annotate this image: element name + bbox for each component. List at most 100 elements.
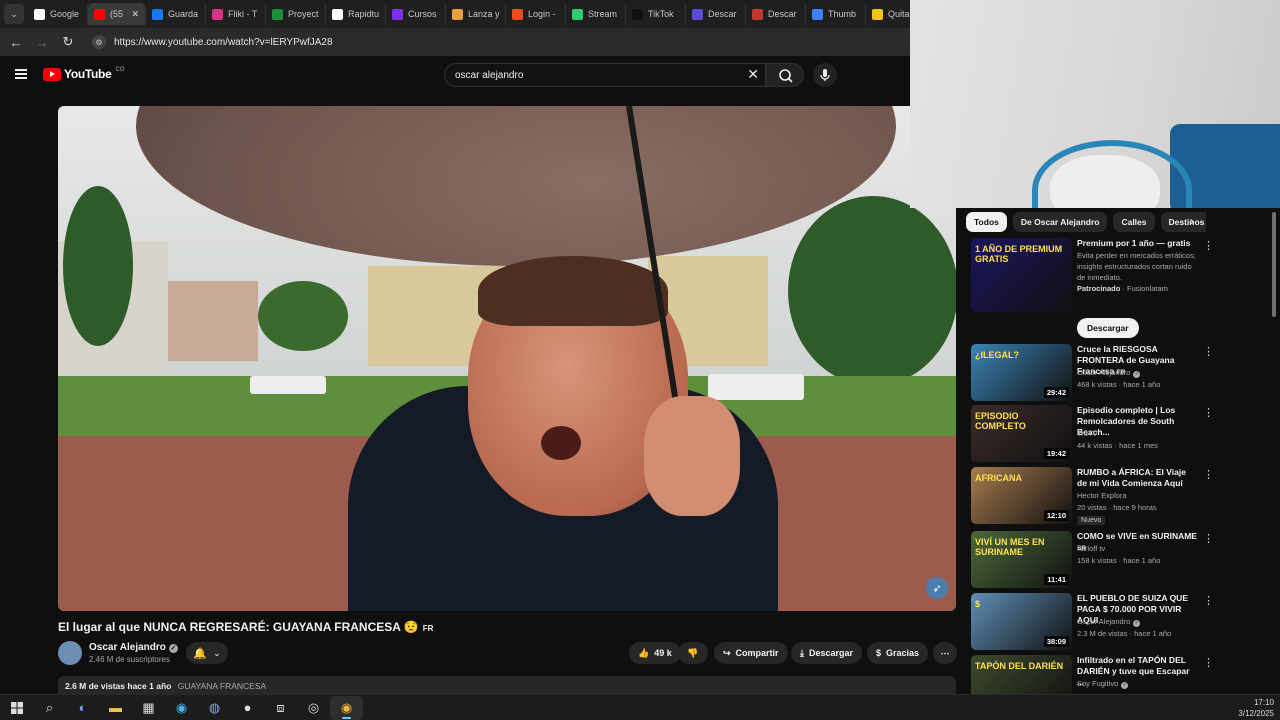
more-options-icon[interactable]: ⋮ [1203, 345, 1214, 358]
video-thumbnail[interactable]: 1 AÑO DE PREMIUM GRATIS [971, 238, 1072, 312]
taskbar-app-edge[interactable]: ◉ [165, 696, 198, 720]
browser-tab[interactable]: Fliki - T [206, 3, 266, 25]
site-info-icon[interactable]: ⚙ [92, 35, 106, 49]
address-bar[interactable]: ⚙ https://www.youtube.com/watch?v=lERYPw… [86, 31, 910, 53]
download-button[interactable]: ⤓ Descargar [791, 642, 863, 664]
dislike-button[interactable]: 👎 [678, 642, 708, 664]
close-tab-icon[interactable]: ✕ [131, 9, 139, 20]
recommended-video[interactable]: $38:09 EL PUEBLO DE SUIZA QUE PAGA $ 70.0… [971, 593, 1214, 651]
video-title[interactable]: Premium por 1 año — gratis [1077, 238, 1197, 249]
thanks-button[interactable]: $ Gracias [867, 642, 929, 664]
browser-tab[interactable]: Guarda [146, 3, 206, 25]
video-thumbnail[interactable]: EPISODIO COMPLETO 19:42 [971, 405, 1072, 462]
taskbar-app-media[interactable]: ● [231, 696, 264, 720]
browser-tab[interactable]: Lanza y [446, 3, 506, 25]
description-box[interactable]: 2.6 M de vistas hace 1 año GUAYANA FRANC… [58, 676, 956, 696]
clear-search-icon[interactable]: ✕ [747, 66, 759, 83]
browser-tab[interactable]: Rapidtu [326, 3, 386, 25]
browser-tab[interactable]: Proyect [266, 3, 326, 25]
more-options-icon[interactable]: ⋮ [1203, 468, 1214, 481]
channel-name[interactable]: karloff tv [1077, 543, 1201, 554]
browser-tab[interactable]: Descar [686, 3, 746, 25]
notification-button[interactable]: 🔔 ⌄ [186, 642, 228, 664]
recommended-video[interactable]: ¿ILEGAL? 29:42 Cruce la RIESGOSA FRONTERA … [971, 344, 1214, 402]
like-button[interactable]: 👍 49 k [629, 642, 681, 664]
recommended-video[interactable]: VIVÍ UN MES EN SURINAME 11:41 COMO se VIVE… [971, 531, 1214, 589]
recommended-video[interactable]: Africana 12:10 RUMBO a ÁFRICA: El Viaje de… [971, 467, 1214, 525]
tab-label: Proyect [288, 9, 319, 19]
description-tag[interactable]: GUAYANA FRANCESA [178, 681, 266, 691]
more-options-icon[interactable]: ⋮ [1203, 239, 1214, 252]
channel-watermark-icon[interactable]: ➶ [926, 577, 948, 599]
more-options-icon[interactable]: ⋮ [1203, 532, 1214, 545]
video-player[interactable]: ➶ [58, 106, 956, 611]
filter-chip[interactable]: Todos [966, 212, 1007, 232]
channel-name[interactable]: Oscar Alejandro ✓ [89, 642, 178, 653]
browser-tab[interactable]: Cursos [386, 3, 446, 25]
channel-name[interactable]: TruTV [1077, 428, 1201, 439]
reload-button[interactable]: ↻ [60, 34, 76, 50]
video-thumbnail[interactable]: Africana 12:10 [971, 467, 1072, 524]
browser-tab[interactable]: Descar [746, 3, 806, 25]
start-button[interactable] [0, 696, 33, 720]
search-input[interactable]: oscar alejandro ✕ [444, 63, 766, 87]
video-thumbnail[interactable]: VIVÍ UN MES EN SURINAME 11:41 [971, 531, 1072, 588]
sidebar-scrollbar[interactable] [1272, 212, 1276, 317]
video-thumbnail[interactable]: ¿ILEGAL? 29:42 [971, 344, 1072, 401]
browser-tab[interactable]: Stream [566, 3, 626, 25]
voice-search-button[interactable] [813, 63, 837, 87]
more-options-icon[interactable]: ⋮ [1203, 594, 1214, 607]
more-actions-button[interactable]: ⋯ [933, 642, 957, 664]
browser-tab[interactable]: Quitar [866, 3, 910, 25]
channel-name[interactable]: Oscar Alejandro ✓ [1077, 367, 1201, 378]
channel-name-text: TruTV [1077, 429, 1098, 438]
more-options-icon[interactable]: ⋮ [1203, 406, 1214, 419]
discord-icon: ◍ [208, 699, 221, 715]
webcam-overlay [910, 0, 1280, 208]
taskbar-app-chrome[interactable]: ◉ [330, 695, 363, 720]
taskbar-search-button[interactable]: ⌕ [33, 696, 66, 720]
video-thumbnail[interactable]: $38:09 [971, 593, 1072, 650]
taskbar-app-obs[interactable]: ◎ [297, 696, 330, 720]
channel-name[interactable]: Oscar Alejandro ✓ [1077, 616, 1201, 627]
taskbar-app-explorer[interactable]: ▬ [99, 696, 132, 720]
thumbnail-text: Africana [975, 473, 1022, 483]
taskbar-app-copilot[interactable]: ◐ [66, 696, 99, 720]
recommended-video[interactable]: EPISODIO COMPLETO 19:42 Episodio completo … [971, 405, 1214, 463]
tab-label: Descar [708, 9, 737, 19]
channel-name[interactable]: Hector Explora [1077, 490, 1201, 501]
tab-label: Thumb [828, 9, 857, 19]
taskbar-app-store[interactable]: ▦ [132, 696, 165, 720]
tab-label: TikTok [648, 9, 674, 19]
youtube-logo[interactable]: YouTube CO [43, 67, 124, 81]
taskbar-app-discord[interactable]: ◍ [198, 696, 231, 720]
country-code: CO [115, 67, 125, 73]
channel-avatar[interactable] [58, 641, 82, 665]
search-button[interactable] [766, 63, 804, 87]
browser-tab[interactable]: Google [28, 3, 88, 25]
thumbnail-text: $ [975, 599, 981, 609]
channel-name[interactable]: Soy Fugitivo ✓ [1077, 678, 1201, 689]
chevron-right-icon[interactable]: › [1190, 214, 1194, 228]
video-bench [708, 374, 804, 400]
share-button[interactable]: ↪ Compartir [714, 642, 788, 664]
filter-chip[interactable]: De Oscar Alejandro [1012, 212, 1108, 232]
youtube-play-icon [43, 67, 61, 81]
browser-tab[interactable]: Thumb [806, 3, 866, 25]
system-clock[interactable]: 17:10 3/12/2025 [1238, 695, 1274, 719]
more-options-icon[interactable]: ⋮ [1203, 656, 1214, 669]
tab-label: Rapidtu [348, 9, 380, 19]
forward-button[interactable]: → [34, 35, 50, 50]
menu-icon[interactable] [15, 69, 27, 79]
filter-chip[interactable]: Destinos [1160, 212, 1206, 232]
tab-search-button[interactable]: ⌄ [4, 4, 24, 24]
ad-download-button[interactable]: Descargar [1077, 318, 1139, 338]
filter-chip[interactable]: Calles [1113, 212, 1155, 232]
taskbar-app-capcut[interactable]: ⧈ [264, 696, 297, 720]
browser-tab[interactable]: TikTok [626, 3, 686, 25]
browser-tab[interactable]: Login - [506, 3, 566, 25]
video-title[interactable]: RUMBO a ÁFRICA: El Viaje de mi Vida Comi… [1077, 467, 1197, 489]
browser-tab[interactable]: (55 ✕ [88, 3, 146, 25]
back-button[interactable]: ← [8, 35, 24, 50]
tab-favicon-icon [332, 8, 343, 20]
